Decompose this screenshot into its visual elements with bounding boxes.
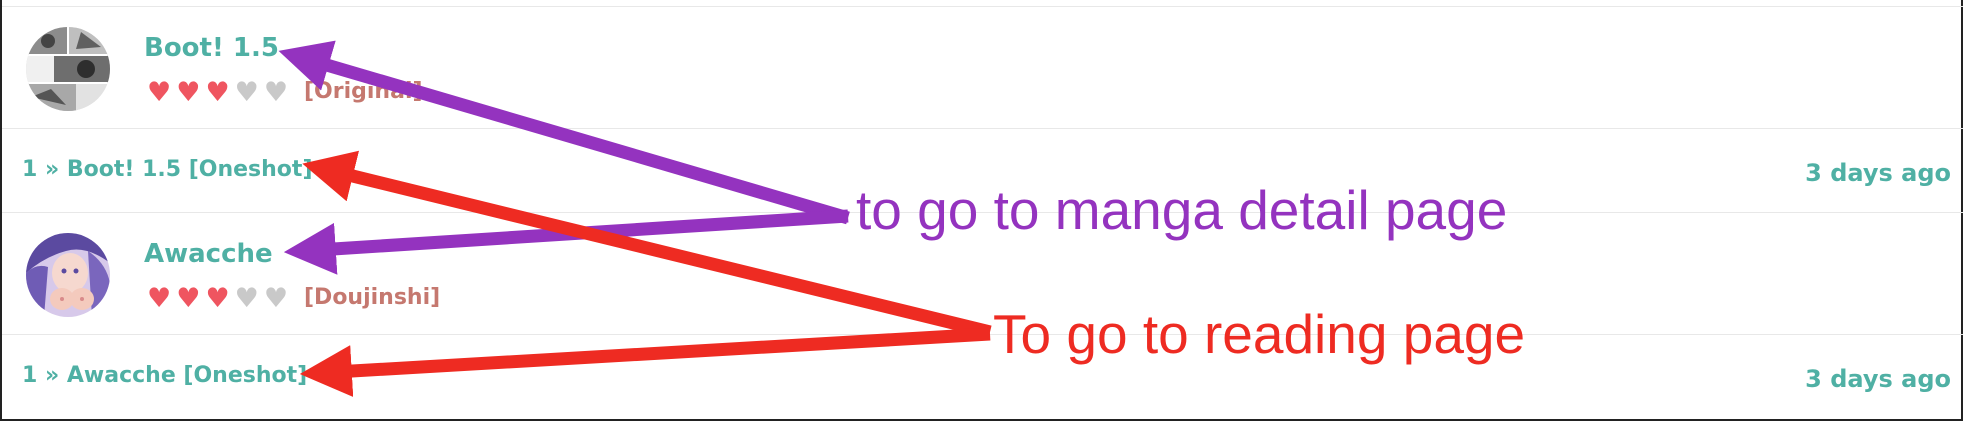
chapter-timestamp: 3 days ago xyxy=(1805,365,1951,393)
chapter-timestamp: 3 days ago xyxy=(1805,159,1951,187)
genre-tag-link[interactable]: [Doujinshi] xyxy=(304,285,440,310)
heart-empty-icon: ♥ xyxy=(234,283,259,314)
chapter-row: 1 » Boot! 1.5 [Oneshot] 3 days ago xyxy=(2,128,1963,212)
heart-empty-icon: ♥ xyxy=(263,283,289,314)
manga-cover-thumbnail[interactable] xyxy=(26,27,110,111)
heart-filled-icon: ♥ xyxy=(205,283,230,314)
manga-cover-thumbnail[interactable] xyxy=(26,233,110,317)
chapter-link[interactable]: 1 » Awacche [Oneshot] xyxy=(22,363,307,388)
chapter-number: 1 xyxy=(22,363,38,388)
manga-title-link[interactable]: Boot! 1.5 xyxy=(144,33,279,63)
heart-empty-icon: ♥ xyxy=(263,77,289,108)
heart-filled-icon: ♥ xyxy=(176,283,201,314)
chapter-row: 1 » Awacche [Oneshot] 3 days ago xyxy=(2,334,1963,418)
rating-hearts: ♥ ♥ ♥ ♥ ♥ xyxy=(147,285,288,312)
heart-filled-icon: ♥ xyxy=(205,77,230,108)
manga-row: Awacche ♥ ♥ ♥ ♥ ♥ [Doujinshi] xyxy=(2,212,1963,334)
rating-hearts: ♥ ♥ ♥ ♥ ♥ xyxy=(147,79,288,106)
genre-tag-link[interactable]: [Original] xyxy=(304,79,423,104)
chapter-label: Boot! 1.5 [Oneshot] xyxy=(66,157,313,182)
heart-filled-icon: ♥ xyxy=(147,77,172,108)
manga-row: Boot! 1.5 ♥ ♥ ♥ ♥ ♥ [Original] xyxy=(2,6,1963,128)
manga-cover-image xyxy=(26,233,110,317)
chapter-number: 1 xyxy=(22,157,38,182)
manga-title-link[interactable]: Awacche xyxy=(144,239,273,269)
heart-filled-icon: ♥ xyxy=(147,283,172,314)
manga-cover-image xyxy=(26,27,110,111)
heart-filled-icon: ♥ xyxy=(176,77,201,108)
chapter-separator: » xyxy=(44,363,60,388)
chapter-separator: » xyxy=(44,157,60,182)
chapter-label: Awacche [Oneshot] xyxy=(66,363,308,388)
heart-empty-icon: ♥ xyxy=(234,77,259,108)
chapter-link[interactable]: 1 » Boot! 1.5 [Oneshot] xyxy=(22,157,313,182)
